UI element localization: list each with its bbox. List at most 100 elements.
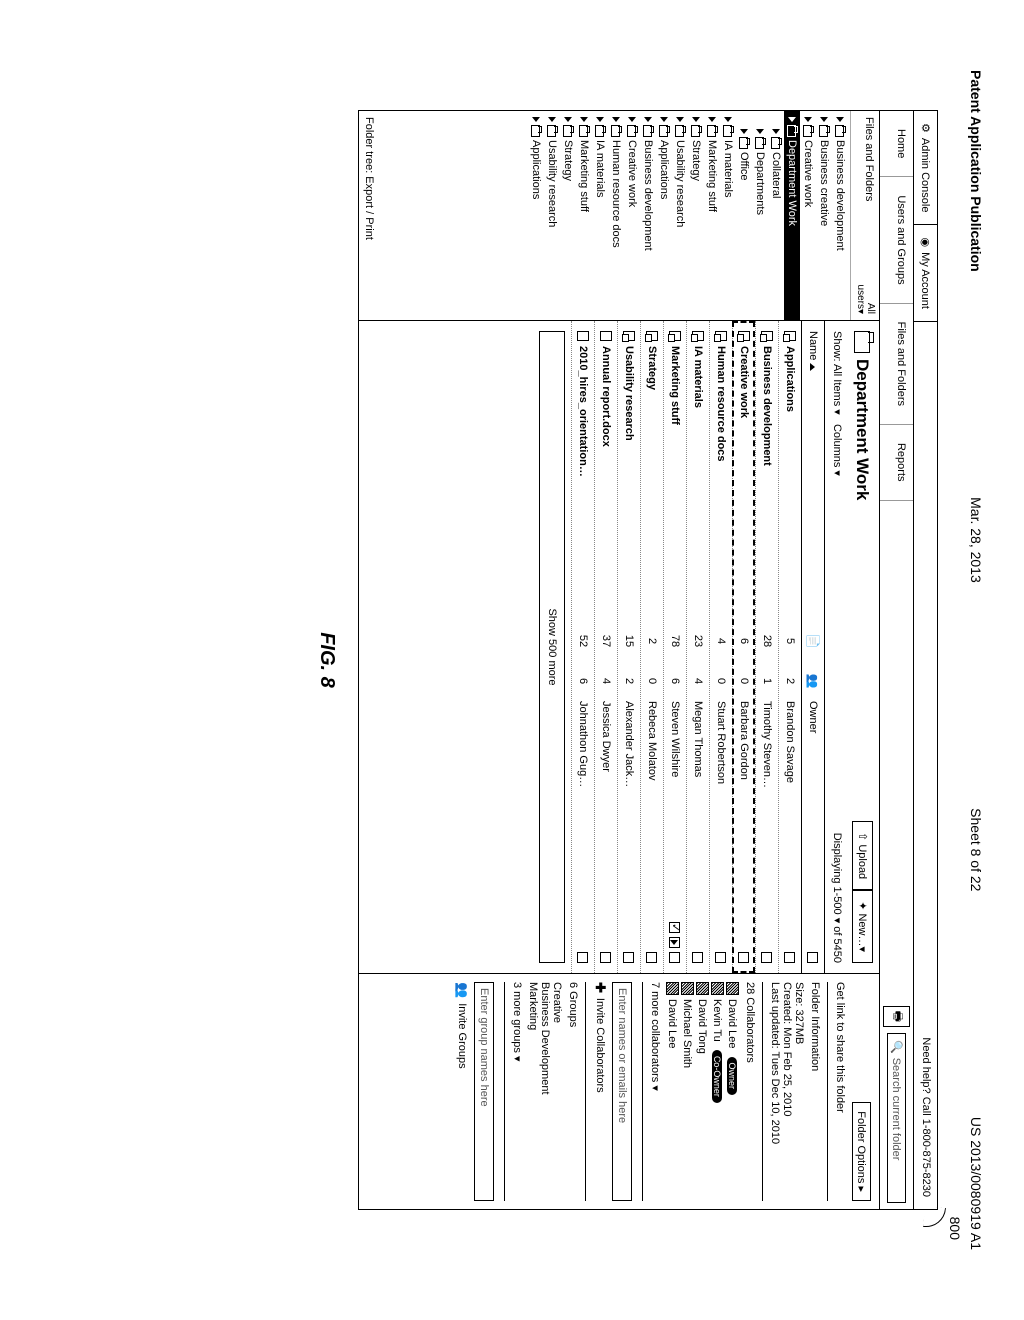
folder-icon bbox=[820, 125, 829, 137]
col-name-header[interactable]: Name bbox=[807, 331, 819, 621]
more-collaborators[interactable]: 7 more collaborators ▾ bbox=[649, 982, 662, 1201]
folder-info-title: Folder Information bbox=[809, 982, 821, 1201]
nav-home[interactable]: Home bbox=[880, 111, 913, 177]
nav-users-groups[interactable]: Users and Groups bbox=[880, 177, 913, 303]
tree-item[interactable]: Office bbox=[736, 111, 752, 320]
folder-icon bbox=[548, 125, 557, 137]
folder-icon bbox=[596, 125, 605, 137]
upload-button[interactable]: ⇧ Upload bbox=[852, 821, 873, 890]
tree-item[interactable]: Business development bbox=[640, 111, 656, 320]
folder-updated: Last updated: Tues Dec 10, 2010 bbox=[769, 982, 781, 1201]
folder-icon bbox=[644, 125, 653, 137]
chevron-right-icon bbox=[788, 117, 796, 122]
row-checkbox[interactable] bbox=[577, 952, 588, 963]
collaborator-row[interactable]: David Tong bbox=[695, 982, 710, 1201]
chevron-right-icon bbox=[628, 117, 636, 122]
tree-item[interactable]: Creative work bbox=[800, 111, 816, 320]
avatar bbox=[696, 982, 709, 995]
table-row[interactable]: Marketing stuff786Steven Wilshire bbox=[663, 321, 686, 973]
table-row[interactable]: Business development281Timothy Steven… bbox=[755, 321, 778, 973]
row-checkbox[interactable] bbox=[623, 952, 634, 963]
new-button[interactable]: ✦ New…▾ bbox=[852, 890, 873, 963]
show-filter[interactable]: Show: All Items ▾ Columns ▾ bbox=[831, 331, 844, 476]
main-nav: Home Users and Groups Files and Folders … bbox=[879, 111, 913, 1209]
tab-admin-console[interactable]: ⚙ Admin Console bbox=[914, 111, 937, 225]
invite-groups-input[interactable]: Enter group names here bbox=[474, 982, 494, 1201]
tab-my-account[interactable]: ◉ My Account bbox=[914, 225, 937, 321]
tree-item[interactable]: IA materials bbox=[592, 111, 608, 320]
pagination-label[interactable]: Displaying 1-500 ▾ of 5450 bbox=[831, 833, 844, 963]
tree-item[interactable]: Usability research bbox=[672, 111, 688, 320]
folder-options-button[interactable]: Folder Options ▸ bbox=[852, 1102, 871, 1201]
tree-footer-export[interactable]: Folder tree: Export / Print bbox=[363, 117, 375, 240]
row-checkbox[interactable] bbox=[600, 952, 611, 963]
tree-item[interactable]: Strategy bbox=[560, 111, 576, 320]
collaborator-row[interactable]: David LeeOwner bbox=[725, 982, 740, 1201]
invite-groups-button[interactable]: 👥 Invite Groups bbox=[454, 982, 470, 1201]
row-checkbox[interactable] bbox=[784, 952, 795, 963]
tree-item[interactable]: Business development bbox=[832, 111, 848, 320]
search-input[interactable]: 🔍 Search current folder bbox=[887, 1033, 906, 1203]
print-icon[interactable]: 🖶 bbox=[883, 1006, 910, 1027]
tree-item[interactable]: Strategy bbox=[688, 111, 704, 320]
show-more-button[interactable]: Show 500 more bbox=[539, 331, 565, 963]
collaborator-row[interactable]: Kevin TuCo-Owner bbox=[710, 982, 725, 1201]
table-row[interactable]: Strategy20Rebeca Molatov bbox=[640, 321, 663, 973]
folder-icon bbox=[660, 125, 669, 137]
grid-header: Name 📄 👥 Owner bbox=[801, 321, 824, 973]
row-checkbox[interactable] bbox=[692, 952, 703, 963]
tree-item[interactable]: Usability research bbox=[544, 111, 560, 320]
group-item[interactable]: Creative bbox=[551, 982, 563, 1201]
row-checkbox[interactable] bbox=[669, 922, 680, 933]
col-owner-header[interactable]: Owner bbox=[807, 701, 819, 903]
table-row[interactable]: Creative work60Barbara Gordon bbox=[732, 321, 755, 973]
folder-icon bbox=[784, 331, 796, 341]
collaborator-row[interactable]: David Lee bbox=[665, 982, 680, 1201]
role-badge: Co-Owner bbox=[713, 1050, 723, 1103]
table-row[interactable]: Applications52Brandon Savage bbox=[778, 321, 801, 973]
row-checkbox[interactable] bbox=[738, 952, 749, 963]
tree-item[interactable]: Applications bbox=[528, 111, 544, 320]
tree-header-filter[interactable]: All users▾ bbox=[855, 285, 875, 314]
row-checkbox[interactable] bbox=[669, 952, 680, 963]
invite-collaborators-button[interactable]: ✚ Invite Collaborators bbox=[592, 982, 608, 1201]
row-checkbox[interactable] bbox=[646, 952, 657, 963]
row-checkbox[interactable] bbox=[761, 952, 772, 963]
chevron-right-icon bbox=[756, 129, 764, 134]
invite-names-input[interactable]: Enter names or emails here bbox=[612, 982, 632, 1201]
more-groups[interactable]: 3 more groups ▾ bbox=[511, 982, 524, 1201]
chevron-right-icon bbox=[724, 117, 732, 122]
folder-icon bbox=[564, 125, 573, 137]
tree-item[interactable]: Collateral bbox=[768, 111, 784, 320]
tree-item[interactable]: Marketing stuff bbox=[576, 111, 592, 320]
group-item[interactable]: Marketing bbox=[527, 982, 539, 1201]
table-row[interactable]: Annual report.docx374Jessica Dwyer bbox=[594, 321, 617, 973]
row-play[interactable] bbox=[669, 937, 680, 948]
table-row[interactable]: 2010_hires_orientation…526Johnathon Gug… bbox=[571, 321, 594, 973]
pub-date: Mar. 28, 2013 bbox=[968, 497, 984, 583]
tree-item[interactable]: Departments bbox=[752, 111, 768, 320]
share-link[interactable]: Get link to share this folder bbox=[834, 982, 846, 1201]
folder-icon bbox=[738, 331, 750, 341]
table-row[interactable]: Human resource docs40Stuart Robertson bbox=[709, 321, 732, 973]
tree-item[interactable]: Creative work bbox=[624, 111, 640, 320]
nav-files-folders[interactable]: Files and Folders bbox=[880, 304, 913, 425]
collaborators-title: 28 Collaborators bbox=[744, 982, 756, 1201]
center-panel: Department Work ⇧ Upload ✦ New…▾ Show: A… bbox=[359, 321, 879, 974]
group-item[interactable]: Business Development bbox=[539, 982, 551, 1201]
tree-item[interactable]: Department Work bbox=[784, 111, 800, 320]
nav-reports[interactable]: Reports bbox=[880, 425, 913, 501]
group-icon: 👥 bbox=[454, 982, 470, 998]
tree-item[interactable]: IA materials bbox=[720, 111, 736, 320]
table-row[interactable]: IA materials234Megan Thomas bbox=[686, 321, 709, 973]
tree-item[interactable]: Human resource docs bbox=[608, 111, 624, 320]
chevron-right-icon bbox=[692, 117, 700, 122]
tree-item[interactable]: Applications bbox=[656, 111, 672, 320]
tree-item[interactable]: Business creative bbox=[816, 111, 832, 320]
folder-icon bbox=[676, 125, 685, 137]
tree-item[interactable]: Marketing stuff bbox=[704, 111, 720, 320]
select-all-checkbox[interactable] bbox=[807, 952, 818, 963]
row-checkbox[interactable] bbox=[715, 952, 726, 963]
table-row[interactable]: Usability research152Alexander Jack… bbox=[617, 321, 640, 973]
collaborator-row[interactable]: Michael Smith bbox=[680, 982, 695, 1201]
